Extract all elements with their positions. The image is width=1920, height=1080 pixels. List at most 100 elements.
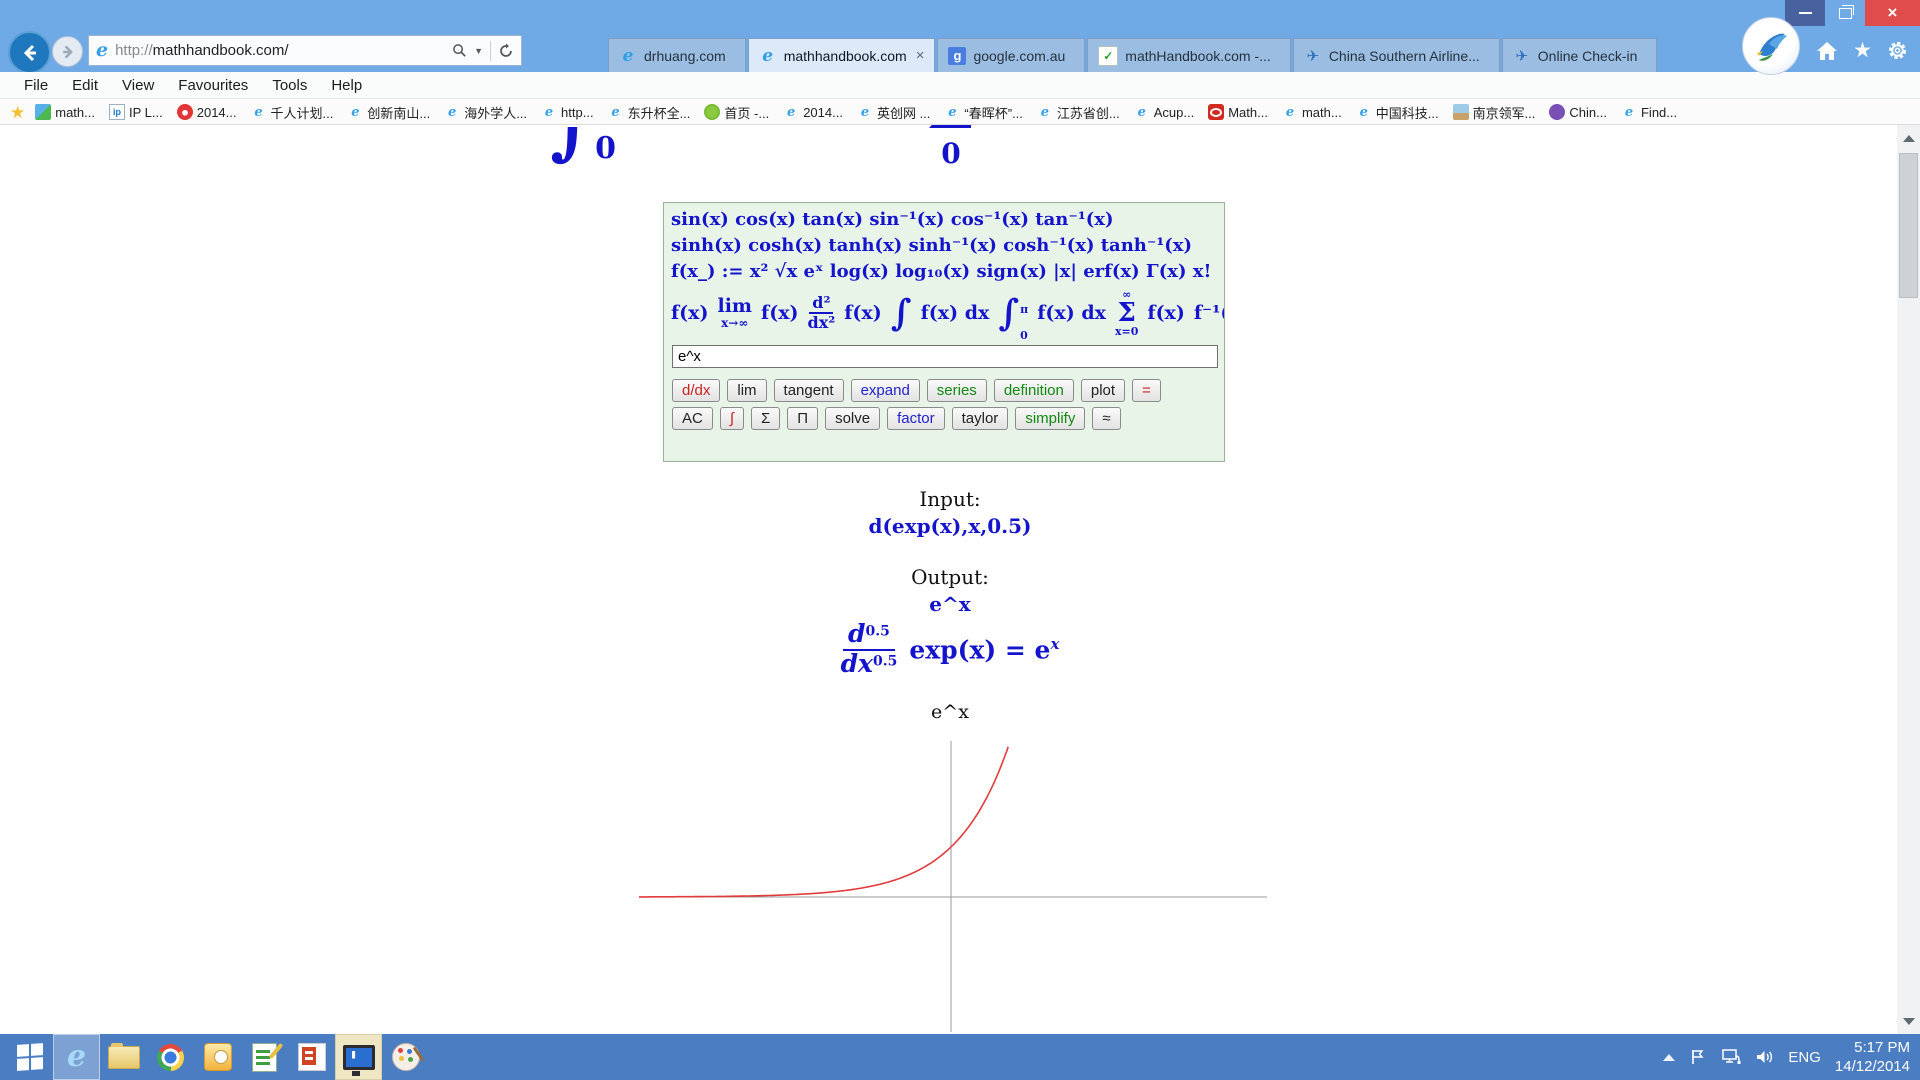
refresh-icon[interactable] — [498, 43, 514, 59]
favorites-item[interactable]: 海外学人... — [444, 103, 527, 122]
math-action-button[interactable]: simplify — [1015, 407, 1085, 430]
address-dropdown-icon[interactable]: ▼ — [474, 46, 483, 56]
hyperbolic-functions-row[interactable]: sinh(x) cosh(x) tanh(x) sinh⁻¹(x) cosh⁻¹… — [671, 233, 1217, 259]
fx-dx-token[interactable]: f(x) dx — [921, 300, 990, 326]
math-action-button[interactable]: d/dx — [672, 379, 720, 402]
menu-item[interactable]: Edit — [60, 77, 110, 94]
browser-tab[interactable]: China Southern Airline... — [1293, 38, 1500, 72]
math-action-button[interactable]: lim — [727, 379, 766, 402]
favorites-item[interactable]: “春晖杯”... — [944, 103, 1023, 122]
math-action-button[interactable]: plot — [1081, 379, 1125, 402]
favorites-item[interactable]: 江苏省创... — [1037, 103, 1120, 122]
address-bar[interactable]: e http://mathhandbook.com/ ▼ — [88, 35, 522, 66]
fx-dx-token[interactable]: f(x) dx — [1037, 300, 1106, 326]
fx-token[interactable]: f(x) — [1147, 300, 1184, 326]
menu-item[interactable]: View — [110, 77, 166, 94]
restore-button[interactable] — [1825, 0, 1865, 26]
math-action-button[interactable]: AC — [672, 407, 713, 430]
taskbar-internet-explorer[interactable]: e — [53, 1034, 100, 1080]
favorites-item[interactable]: math... — [1282, 104, 1342, 120]
summation-operator[interactable]: ∞ Σ x=0 — [1115, 289, 1138, 337]
favorites-item[interactable]: math... — [35, 104, 95, 120]
menu-item[interactable]: Favourites — [166, 77, 260, 94]
taskbar-display-switch[interactable] — [335, 1034, 382, 1080]
taskbar-editor[interactable] — [241, 1034, 288, 1080]
expression-input[interactable] — [672, 345, 1218, 368]
trig-functions-row[interactable]: sin(x) cos(x) tan(x) sin⁻¹(x) cos⁻¹(x) t… — [671, 207, 1217, 233]
back-button[interactable] — [8, 31, 51, 74]
minimize-button[interactable] — [1785, 0, 1825, 26]
network-icon[interactable] — [1721, 1048, 1741, 1066]
math-action-button[interactable]: expand — [851, 379, 920, 402]
favorites-item[interactable]: 千人计划... — [251, 103, 334, 122]
forward-button[interactable] — [52, 36, 83, 67]
second-derivative-operator[interactable]: d² dx² — [808, 294, 836, 333]
taskbar-file-explorer[interactable] — [100, 1034, 147, 1080]
favorites-item[interactable]: http... — [541, 104, 594, 120]
math-action-button[interactable]: solve — [825, 407, 880, 430]
definite-integral-operator[interactable]: ∫ π0 — [998, 295, 1028, 331]
url-text[interactable]: http://mathhandbook.com/ — [115, 42, 288, 59]
calculus-operators-row[interactable]: f(x) lim x→∞ f(x) d² dx² f(x) ∫ f(x) dx … — [671, 285, 1217, 341]
browser-tab[interactable]: google.com.au — [937, 38, 1085, 72]
browser-tab[interactable]: drhuang.com — [608, 38, 746, 72]
favorites-item[interactable]: 东升杯全... — [608, 103, 691, 122]
math-action-button[interactable]: tangent — [774, 379, 844, 402]
vertical-scrollbar[interactable] — [1897, 125, 1920, 1034]
basic-functions-row[interactable]: f(x_) := x² √x eˣ log(x) log₁₀(x) sign(x… — [671, 259, 1217, 285]
indefinite-integral-operator[interactable]: ∫ — [891, 295, 912, 331]
tab-close-icon[interactable]: × — [916, 47, 925, 64]
favorites-item[interactable]: Find... — [1621, 104, 1677, 120]
gear-icon[interactable] — [1887, 40, 1908, 61]
menu-item[interactable]: File — [12, 77, 60, 94]
tray-expand-icon[interactable] — [1663, 1054, 1675, 1061]
math-action-button[interactable]: taylor — [952, 407, 1009, 430]
limit-operator[interactable]: lim x→∞ — [717, 297, 752, 330]
scroll-up-button[interactable] — [1897, 125, 1920, 151]
fx-token[interactable]: f(x) — [761, 300, 798, 326]
favorites-item[interactable]: Acup... — [1134, 104, 1194, 120]
browser-tab[interactable]: mathhandbook.com × — [748, 38, 936, 72]
favorites-item[interactable]: IP L... — [109, 104, 163, 120]
favorites-item[interactable]: 2014... — [177, 104, 237, 120]
close-button[interactable]: × — [1865, 0, 1920, 26]
taskbar-outlook[interactable] — [194, 1034, 241, 1080]
math-action-button[interactable]: definition — [994, 379, 1074, 402]
search-icon[interactable] — [452, 43, 467, 58]
favorites-item[interactable]: 创新南山... — [347, 103, 430, 122]
math-action-button[interactable]: = — [1132, 379, 1161, 402]
clock[interactable]: 5:17 PM 14/12/2014 — [1835, 1038, 1910, 1076]
browser-tab[interactable]: mathHandbook.com -... — [1087, 38, 1291, 72]
fx-token[interactable]: f(x) — [671, 300, 708, 326]
menu-item[interactable]: Help — [319, 77, 374, 94]
home-icon[interactable] — [1816, 41, 1838, 61]
favorites-star-icon[interactable]: ★ — [10, 104, 25, 121]
menu-item[interactable]: Tools — [260, 77, 319, 94]
favorites-item[interactable]: 中国科技... — [1356, 103, 1439, 122]
browser-tab[interactable]: Online Check-in — [1502, 38, 1658, 72]
favorites-item[interactable]: Math... — [1208, 104, 1268, 120]
favorites-item[interactable]: 首页 -... — [704, 103, 769, 122]
language-indicator[interactable]: ENG — [1788, 1049, 1821, 1066]
math-action-button[interactable]: ∫ — [720, 407, 744, 430]
flag-icon[interactable] — [1689, 1048, 1707, 1066]
favorites-item[interactable]: 英创网 ... — [857, 103, 930, 122]
scrollbar-thumb[interactable] — [1899, 153, 1918, 298]
taskbar-chrome[interactable] — [147, 1034, 194, 1080]
favorites-item[interactable]: 南京领军... — [1453, 103, 1536, 122]
favorites-icon[interactable]: ★ — [1853, 40, 1872, 61]
math-action-button[interactable]: ≈ — [1092, 407, 1120, 430]
scroll-down-button[interactable] — [1897, 1008, 1920, 1034]
favorites-item[interactable]: Chin... — [1549, 104, 1607, 120]
math-action-button[interactable]: Σ — [751, 407, 780, 430]
fx-token[interactable]: f(x) — [844, 300, 881, 326]
inverse-function-token[interactable]: f⁻¹(x) — [1194, 300, 1225, 326]
start-button[interactable] — [6, 1034, 53, 1080]
speaker-icon[interactable] — [1755, 1048, 1774, 1066]
math-action-button[interactable]: factor — [887, 407, 945, 430]
math-action-button[interactable]: series — [927, 379, 987, 402]
math-action-button[interactable]: Π — [787, 407, 818, 430]
taskbar-powerpoint[interactable] — [288, 1034, 335, 1080]
favorites-item[interactable]: 2014... — [783, 104, 843, 120]
taskbar-paint[interactable] — [382, 1034, 429, 1080]
